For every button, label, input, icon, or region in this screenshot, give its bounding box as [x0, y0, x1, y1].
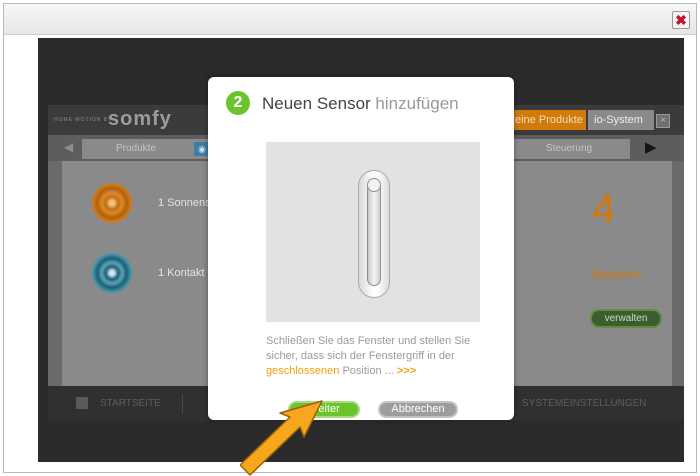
instruction-part-2: Position — [342, 365, 382, 377]
instruction-part-1: Schließen Sie das Fenster und stellen Si… — [266, 335, 471, 362]
brand-tagline: HOME MOTION BY — [54, 117, 113, 123]
contact-sensor-icon — [92, 253, 132, 293]
sun-sensor-icon — [92, 183, 132, 223]
home-icon — [76, 397, 88, 409]
tab-produkte-label: Produkte — [116, 143, 157, 154]
dialog-title: Neuen Sensor hinzufügen — [262, 94, 459, 114]
handle-lever — [367, 182, 381, 286]
dialog-title-secondary: hinzufügen — [375, 94, 459, 113]
tab-produkte[interactable]: Produkte ◉ — [82, 139, 212, 159]
more-link[interactable]: >>> — [397, 365, 416, 377]
instruction-dots: ... — [384, 365, 394, 377]
nav-prev-arrow-icon[interactable]: ◀ — [64, 140, 73, 154]
sensor-label: 1 Kontakt — [158, 267, 205, 279]
manage-sensors-button[interactable]: verwalten — [590, 309, 662, 328]
step-badge: 2 — [226, 91, 250, 115]
somfy-logo: somfy — [108, 108, 172, 130]
tab-io-system[interactable]: io-System — [588, 110, 654, 130]
add-sensor-dialog: 2 Neuen Sensor hinzufügen Schließen Sie … — [208, 77, 514, 420]
nav-next-arrow-icon[interactable]: ▶ — [645, 138, 657, 156]
system-settings-link[interactable]: SYSTEMEINSTELLUNGEN — [522, 398, 646, 409]
sensor-count-label: Sensoren — [590, 267, 642, 281]
cancel-button[interactable]: Abbrechen — [378, 401, 458, 418]
app-close-icon[interactable]: × — [656, 114, 670, 128]
sensor-label: 1 Sonnens — [158, 197, 211, 209]
dialog-title-main: Neuen Sensor — [262, 94, 371, 113]
sensor-count: 4 — [592, 185, 616, 232]
divider — [182, 394, 183, 414]
window-titlebar: ✖ — [4, 4, 696, 35]
tab-my-products[interactable]: eine Produkte — [511, 110, 586, 130]
window-handle-illustration — [266, 142, 480, 322]
close-window-button[interactable]: ✖ — [672, 11, 690, 29]
pointer-arrow-icon — [240, 400, 323, 476]
instruction-highlight: geschlossenen — [266, 365, 340, 377]
handle-knob — [367, 178, 381, 192]
home-link[interactable]: STARTSEITE — [100, 398, 161, 409]
instruction-text: Schließen Sie das Fenster und stellen Si… — [266, 334, 486, 379]
tab-steuerung[interactable]: Steuerung — [508, 139, 630, 159]
